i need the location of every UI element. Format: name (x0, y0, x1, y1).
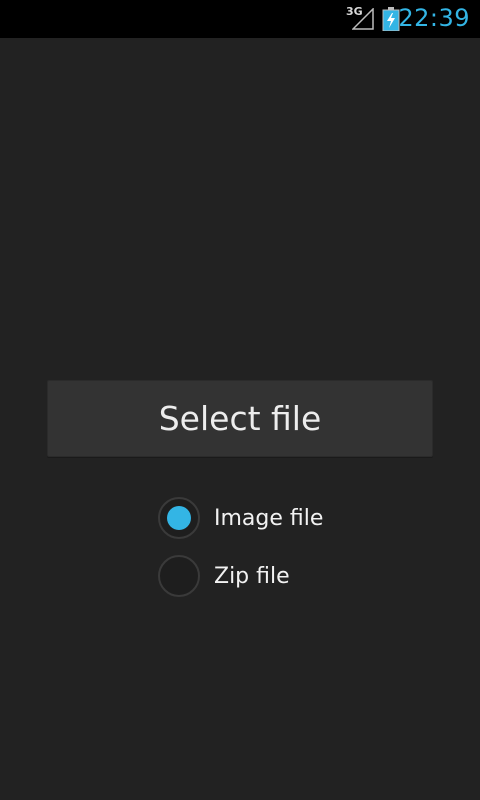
radio-label-image-file: Image file (214, 505, 324, 531)
radio-option-image-file[interactable]: Image file (158, 495, 323, 541)
status-clock: 22:39 (398, 4, 470, 32)
select-file-button[interactable]: Select file (47, 380, 433, 457)
radio-button-image-file[interactable] (158, 497, 200, 539)
radio-selected-dot (167, 506, 191, 530)
signal-strength-icon (352, 8, 374, 30)
radio-button-zip-file[interactable] (158, 555, 200, 597)
battery-charging-icon (382, 7, 400, 31)
radio-label-zip-file: Zip file (214, 563, 290, 589)
status-bar: 3G 22:39 (0, 0, 480, 38)
screen: 3G 22:39 Select file Image file Zip file (0, 0, 480, 800)
radio-option-zip-file[interactable]: Zip file (158, 553, 290, 599)
